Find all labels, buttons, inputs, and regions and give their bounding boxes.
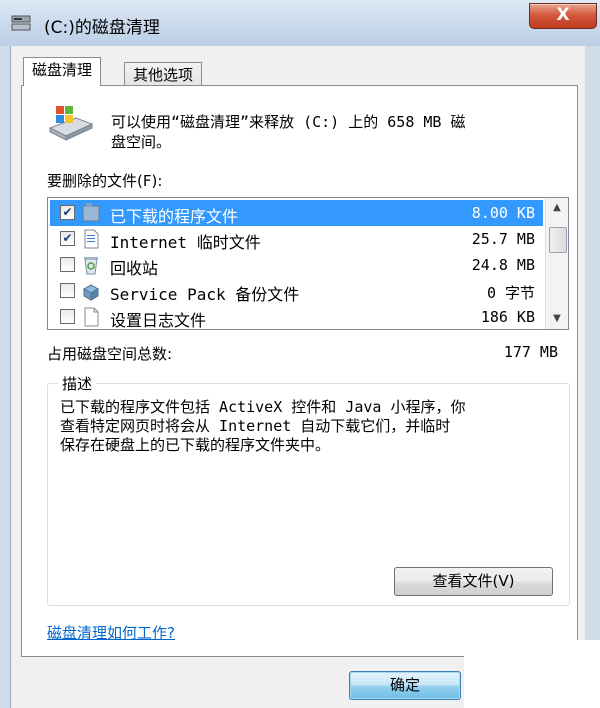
package-icon	[82, 284, 100, 301]
list-item[interactable]: Service Pack 备份文件 0 字节	[50, 278, 543, 304]
close-button[interactable]: X	[529, 3, 597, 29]
recycle-bin-icon	[84, 257, 98, 275]
file-size: 0 字节	[486, 284, 535, 302]
file-size: 186 KB	[480, 308, 535, 326]
list-item[interactable]: 回收站 24.8 MB	[50, 252, 543, 278]
total-space-label: 占用磁盘空间总数:	[47, 345, 173, 363]
disk-cleanup-icon	[11, 15, 31, 31]
watermark-overlay	[464, 640, 600, 708]
view-files-button[interactable]: 查看文件(V)	[394, 567, 553, 596]
description-legend: 描述	[58, 373, 97, 394]
file-name: 回收站	[110, 259, 159, 278]
scroll-down-icon[interactable]: ▼	[548, 310, 566, 328]
checkbox[interactable]: ✔	[60, 205, 75, 220]
scroll-thumb[interactable]	[549, 227, 567, 253]
file-size: 25.7 MB	[471, 230, 535, 248]
file-name: 设置日志文件	[110, 311, 207, 330]
checkbox[interactable]: ✔	[60, 231, 75, 246]
document-icon	[84, 229, 99, 249]
file-name: 已下载的程序文件	[110, 207, 239, 226]
tab-label: 磁盘清理	[32, 61, 93, 79]
file-size: 24.8 MB	[471, 256, 535, 274]
scroll-up-icon[interactable]: ▲	[548, 199, 566, 217]
folder-icon	[82, 203, 100, 222]
close-icon: X	[556, 5, 570, 25]
list-item[interactable]: 设置日志文件 186 KB	[50, 304, 543, 330]
checkbox[interactable]	[60, 309, 75, 324]
help-link[interactable]: 磁盘清理如何工作?	[47, 622, 175, 643]
total-space-value: 177 MB	[503, 343, 558, 361]
tab-label: 其他选项	[133, 66, 194, 84]
tab-disk-cleanup[interactable]: 磁盘清理	[23, 57, 102, 86]
list-item[interactable]: ✔ 已下载的程序文件 8.00 KB	[50, 200, 543, 226]
files-list[interactable]: ✔ 已下载的程序文件 8.00 KB ✔ Internet 临时文件 25.7 …	[47, 197, 569, 330]
file-name: Service Pack 备份文件	[110, 285, 300, 304]
checkbox[interactable]	[60, 283, 75, 298]
file-icon	[84, 307, 99, 327]
window-title: (C:)的磁盘清理	[44, 18, 160, 38]
file-name: Internet 临时文件	[110, 233, 261, 252]
files-to-delete-label: 要删除的文件(F):	[47, 172, 163, 190]
drive-icon	[48, 106, 94, 141]
intro-text-line2: 盘空间。	[111, 133, 172, 151]
checkbox[interactable]	[60, 257, 75, 272]
file-size: 8.00 KB	[471, 204, 535, 222]
title-bar: (C:)的磁盘清理 X	[0, 0, 600, 46]
description-text: 已下载的程序文件包括 ActiveX 控件和 Java 小程序，你 查看特定网页…	[60, 398, 466, 454]
list-scrollbar[interactable]: ▲ ▼	[545, 198, 568, 329]
list-item[interactable]: ✔ Internet 临时文件 25.7 MB	[50, 226, 543, 252]
intro-text-line1: 可以使用“磁盘清理”来释放 (C:) 上的 658 MB 磁	[111, 113, 466, 131]
ok-button[interactable]: 确定	[349, 671, 461, 700]
